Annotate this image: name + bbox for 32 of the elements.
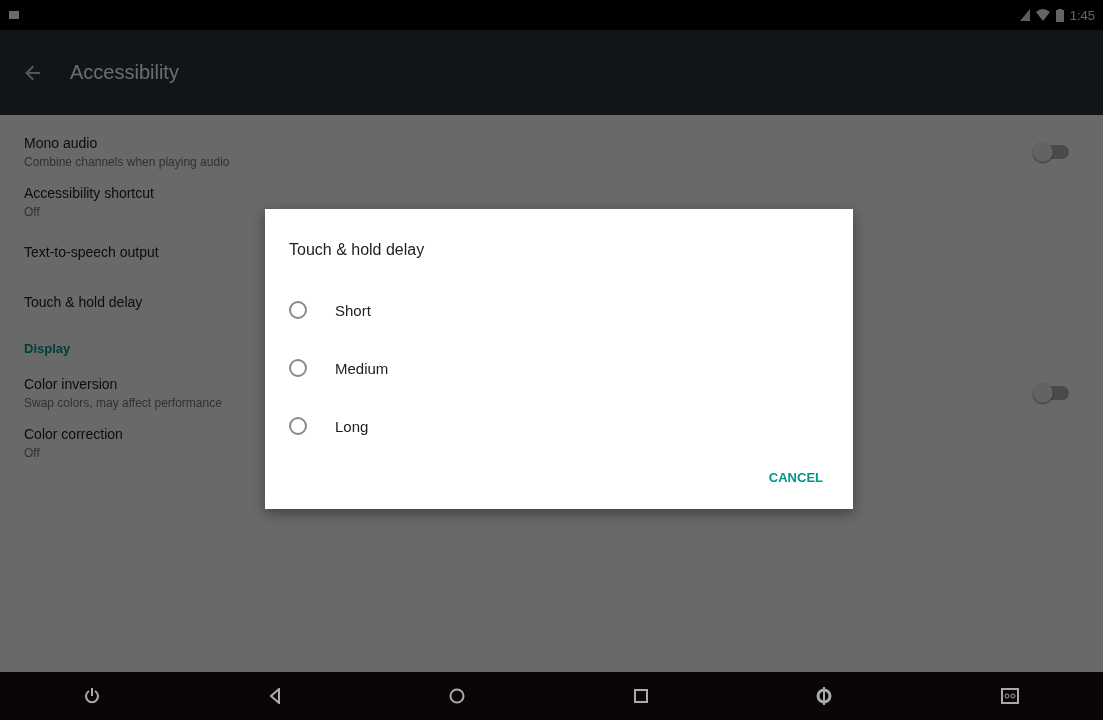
battery-icon — [1055, 8, 1064, 22]
radio-button[interactable] — [289, 301, 307, 319]
section-header: Display — [23, 340, 72, 358]
recents-icon[interactable] — [633, 689, 648, 703]
setting-summary: Combine channels when playing audio — [24, 155, 230, 169]
setting-title[interactable]: Text-to-speech output — [24, 244, 159, 260]
setting-title[interactable]: Touch & hold delay — [24, 294, 143, 310]
screenshot-icon[interactable] — [1000, 688, 1019, 704]
setting-title[interactable]: Mono audio — [24, 135, 230, 151]
clock-time: 1:45 — [1069, 7, 1095, 23]
setting-summary: Off — [24, 446, 41, 460]
setting-title[interactable]: Color inversion — [24, 376, 222, 392]
cancel-button[interactable]: CANCEL — [762, 462, 829, 493]
power-icon[interactable] — [84, 687, 101, 705]
radio-option[interactable]: Short — [289, 281, 829, 339]
radio-button[interactable] — [289, 417, 307, 435]
wifi-icon — [1035, 9, 1050, 21]
setting-title[interactable]: Color correction — [24, 426, 123, 442]
notification-icon — [8, 9, 20, 21]
toggle-switch[interactable] — [1035, 386, 1069, 400]
radio-option[interactable]: Medium — [289, 339, 829, 397]
setting-title[interactable]: Accessibility shortcut — [24, 185, 154, 201]
radio-button[interactable] — [289, 359, 307, 377]
toolbar-title: Accessibility — [70, 61, 179, 84]
home-icon[interactable] — [449, 688, 466, 704]
dialog-title: Touch & hold delay — [289, 241, 426, 259]
radio-option[interactable]: Long — [289, 397, 829, 455]
setting-summary: Off — [24, 205, 41, 219]
toggle-switch[interactable] — [1035, 145, 1069, 159]
signal-icon — [1019, 9, 1030, 21]
back-icon[interactable] — [268, 688, 281, 704]
back-arrow-icon[interactable] — [24, 63, 42, 82]
